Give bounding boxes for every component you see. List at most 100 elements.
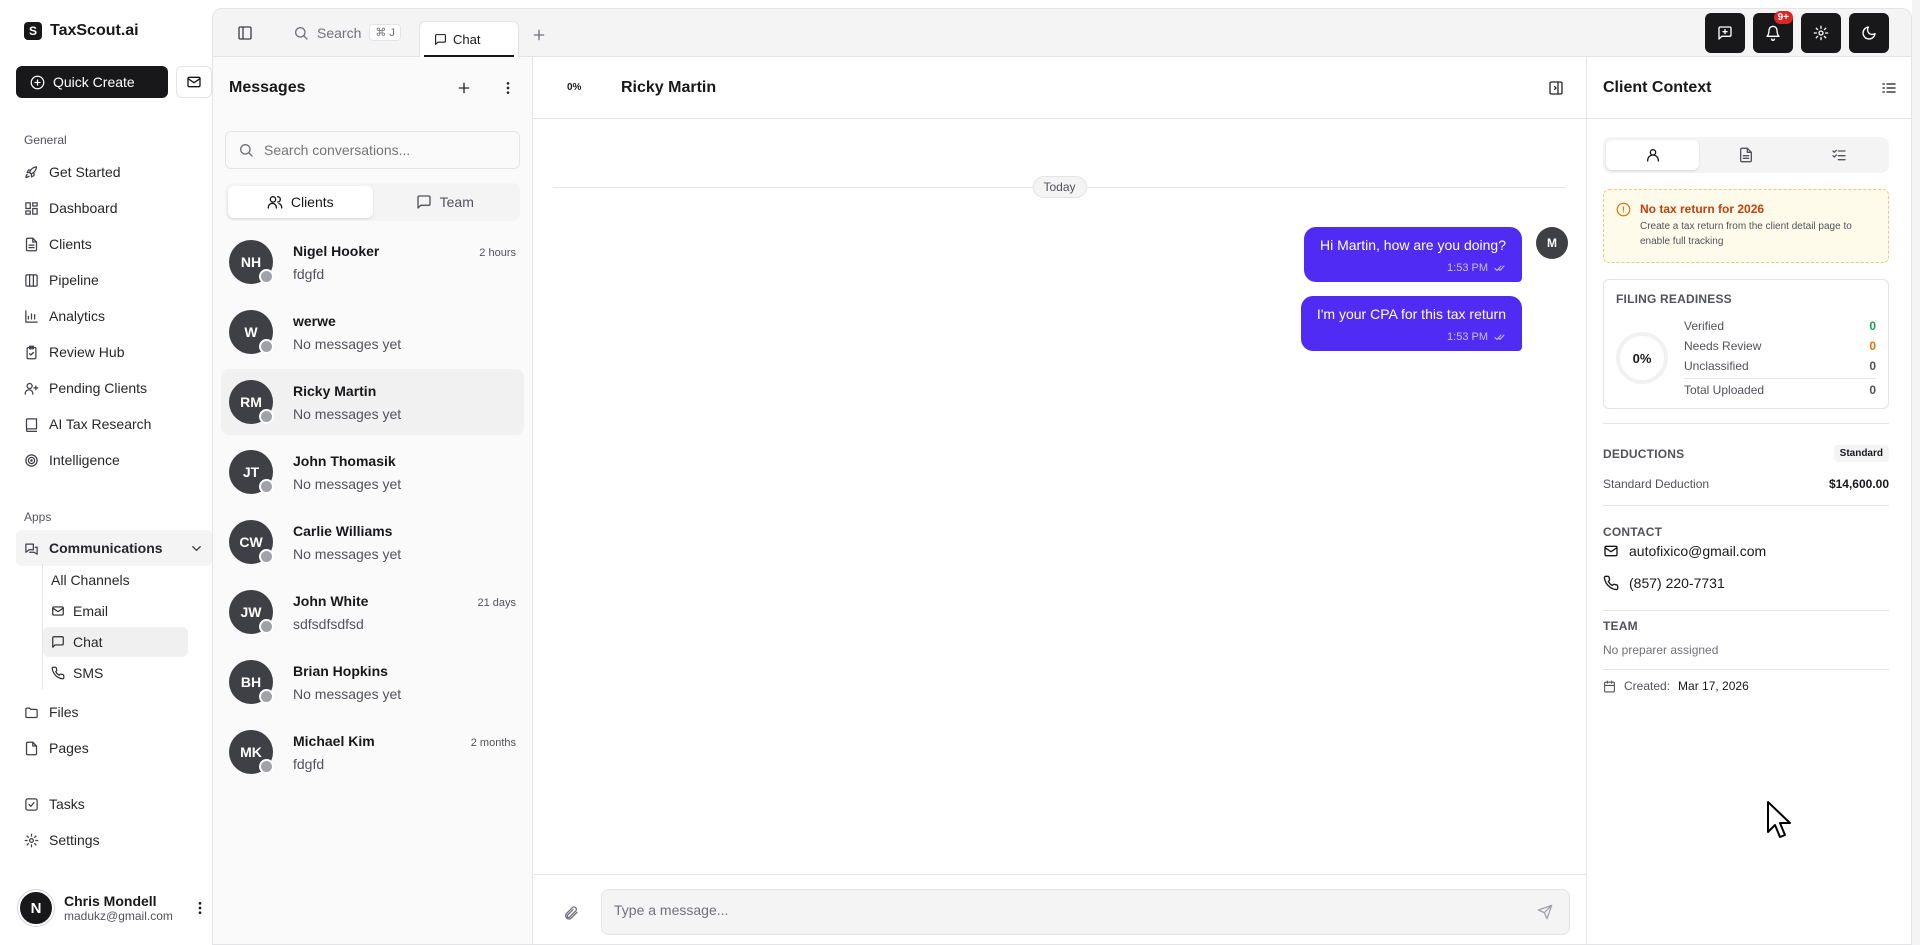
nav-get-started[interactable]: Get Started: [16, 154, 212, 190]
sidebar-toggle-icon[interactable]: [237, 25, 253, 41]
subnav-all-channels[interactable]: All Channels: [43, 565, 188, 595]
nav-files[interactable]: Files: [16, 694, 212, 730]
subnav-sms[interactable]: SMS: [43, 658, 188, 688]
folder-icon: [25, 707, 38, 718]
avatar: BH: [229, 660, 274, 704]
conversation-preview: No messages yet: [293, 335, 402, 352]
conversation-item[interactable]: JW John White 21 days sdfsdfsdfsd: [221, 579, 524, 645]
conversation-item[interactable]: NH Nigel Hooker 2 hours fdgfd: [221, 229, 524, 295]
brand-name: TaxScout.ai: [50, 22, 139, 39]
readiness-row: Verified 0: [1684, 316, 1876, 336]
communications-subnav: All Channels Email Chat SMS: [42, 564, 188, 689]
tab-checklist[interactable]: [1793, 140, 1886, 170]
message-bubble[interactable]: I'm your CPA for this tax return 1:53 PM: [1300, 296, 1522, 351]
alert-title: No tax return for 2026: [1640, 202, 1765, 216]
conversation-item[interactable]: BH Brian Hopkins No messages yet: [221, 649, 524, 715]
page-scrollbar[interactable]: [1912, 0, 1920, 945]
mail-icon: [187, 76, 201, 88]
notifications-button[interactable]: 9+: [1753, 11, 1793, 53]
theme-toggle-button[interactable]: [1849, 13, 1889, 53]
client-context-panel: Client Context No tax return for 2026 Cr…: [1586, 57, 1911, 944]
nav-label: AI Tax Research: [49, 416, 152, 432]
mail-icon: [1604, 545, 1618, 557]
conversation-item[interactable]: JT John Thomasik No messages yet: [221, 439, 524, 505]
checklist-icon[interactable]: [1881, 80, 1897, 96]
paperclip-icon[interactable]: [563, 905, 579, 921]
search-input[interactable]: [264, 142, 504, 158]
nav-label: Pages: [49, 740, 89, 756]
conversation-search[interactable]: [225, 131, 520, 169]
phone-icon: [1603, 575, 1619, 591]
bottom-nav: Tasks Settings: [16, 786, 212, 858]
avatar: JT: [229, 450, 274, 494]
divider: [1603, 610, 1889, 611]
nav-tasks[interactable]: Tasks: [16, 786, 212, 822]
nav-clients[interactable]: Clients: [16, 226, 212, 262]
nav-analytics[interactable]: Analytics: [16, 298, 212, 334]
tab-team[interactable]: Team: [373, 186, 518, 218]
conversation-item[interactable]: W werwe No messages yet: [221, 299, 524, 365]
quick-create-button[interactable]: Quick Create: [16, 66, 168, 98]
inbox-button[interactable]: [176, 66, 212, 98]
message-input-box[interactable]: [601, 889, 1570, 935]
new-conversation-icon[interactable]: [456, 80, 472, 96]
feedback-button[interactable]: [1705, 13, 1745, 53]
user-plus-icon: [24, 382, 39, 395]
conversation-name: Ricky Martin: [293, 382, 377, 399]
conversation-preview: No messages yet: [293, 545, 402, 562]
chat-bubbles-icon: [25, 543, 38, 555]
subnav-chat[interactable]: Chat: [43, 627, 188, 657]
subnav-email[interactable]: Email: [43, 596, 188, 626]
avatar: JW: [229, 590, 274, 634]
deduction-row: Standard Deduction $14,600.00: [1603, 477, 1889, 491]
global-search[interactable]: Search ⌘ J: [293, 24, 401, 41]
nav-settings[interactable]: Settings: [16, 822, 212, 858]
message-bubble[interactable]: Hi Martin, how are you doing? 1:53 PM: [1304, 227, 1522, 282]
tab-profile[interactable]: [1606, 140, 1700, 170]
more-vertical-icon[interactable]: [192, 900, 208, 916]
message-input[interactable]: [614, 902, 1494, 918]
tab-documents[interactable]: [1699, 140, 1792, 170]
contact-email[interactable]: autofixico@gmail.com: [1603, 543, 1766, 559]
new-tab-icon[interactable]: [531, 27, 547, 43]
conversation-name: werwe: [293, 312, 336, 329]
moon-icon: [1862, 26, 1876, 40]
rocket-icon: [25, 165, 38, 178]
tab-chat[interactable]: Chat: [419, 21, 519, 57]
avatar: W: [229, 310, 274, 354]
nav-intelligence[interactable]: Intelligence: [16, 442, 212, 478]
tab-label: Chat: [453, 32, 481, 47]
message-square-icon: [1718, 26, 1732, 40]
no-return-alert: No tax return for 2026 Create a tax retu…: [1603, 189, 1889, 263]
settings-button[interactable]: [1801, 13, 1841, 53]
conversation-item[interactable]: CW Carlie Williams No messages yet: [221, 509, 524, 575]
conversation-item[interactable]: MK Michael Kim 2 months fdgfd: [221, 719, 524, 785]
conversation-preview: fdgfd: [293, 265, 325, 282]
team-value: No preparer assigned: [1603, 643, 1719, 657]
readiness-progress: 0%: [567, 82, 582, 93]
document-icon: [1739, 147, 1752, 163]
panel-toggle-icon[interactable]: [1548, 80, 1564, 96]
conversation-preview: No messages yet: [293, 405, 402, 422]
nav-label: Settings: [49, 832, 100, 848]
nav-pipeline[interactable]: Pipeline: [16, 262, 212, 298]
contact-phone[interactable]: (857) 220-7731: [1603, 575, 1725, 591]
conversation-name: Nigel Hooker: [293, 242, 380, 259]
nav-pending-clients[interactable]: Pending Clients: [16, 370, 212, 406]
nav-dashboard[interactable]: Dashboard: [16, 190, 212, 226]
readiness-row: Unclassified 0: [1684, 356, 1876, 376]
tab-clients[interactable]: Clients: [228, 186, 373, 218]
nav-pages[interactable]: Pages: [16, 730, 212, 766]
nav-ai-tax-research[interactable]: AI Tax Research: [16, 406, 212, 442]
conversation-item-selected[interactable]: RM Ricky Martin No messages yet: [221, 369, 524, 435]
brand[interactable]: S TaxScout.ai: [24, 22, 139, 40]
send-icon[interactable]: [1537, 904, 1553, 920]
more-vertical-icon[interactable]: [500, 80, 516, 96]
columns-icon: [25, 273, 38, 287]
nav-review-hub[interactable]: Review Hub: [16, 334, 212, 370]
nav-communications[interactable]: Communications: [16, 530, 212, 566]
task-icon: [25, 797, 38, 811]
user-account[interactable]: N Chris Mondell madukz@gmail.com: [18, 888, 208, 928]
subnav-label: All Channels: [51, 572, 130, 588]
double-check-icon: [1494, 334, 1505, 340]
